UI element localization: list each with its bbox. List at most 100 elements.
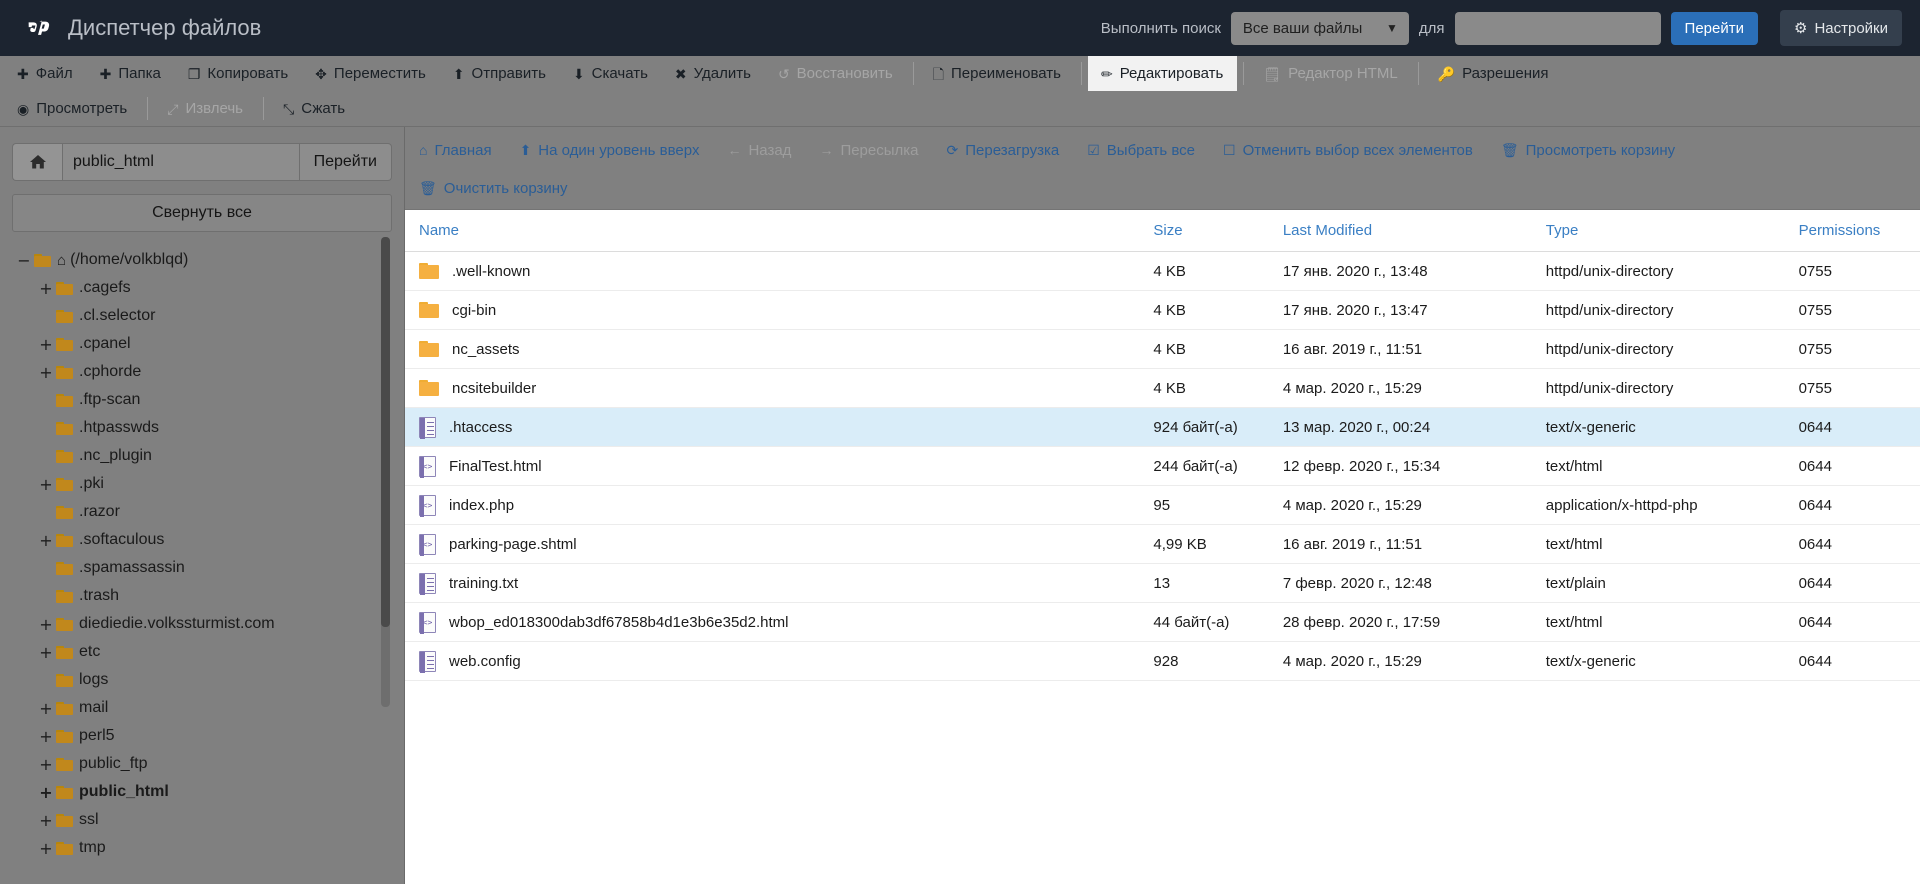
table-row[interactable]: ncsitebuilder 4 KB 4 мар. 2020 г., 15:29 ht… xyxy=(405,368,1920,408)
toolbar-button-разрешения[interactable]: 🔑 Разрешения xyxy=(1425,56,1563,91)
expand-icon[interactable]: + xyxy=(38,727,54,746)
sidebar-scrollbar-thumb[interactable] xyxy=(381,237,390,627)
tree-node-label: .pki xyxy=(79,475,104,492)
column-header-type[interactable]: Type xyxy=(1545,210,1799,252)
toolbar-button-копировать[interactable]: ❐ Копировать xyxy=(175,56,302,91)
expand-icon[interactable]: + xyxy=(38,279,54,298)
tree-node-.nc_plugin[interactable]: .nc_plugin xyxy=(16,442,404,470)
tree-node--home-volkblqd-[interactable]: − ⌂ (/home/volkblqd) xyxy=(16,246,404,274)
expand-icon[interactable]: + xyxy=(38,839,54,858)
expand-icon[interactable]: + xyxy=(38,699,54,718)
tree-node-etc[interactable]: + etc xyxy=(16,638,404,666)
tree-node-mail[interactable]: + mail xyxy=(16,694,404,722)
tree-node-.pki[interactable]: + .pki xyxy=(16,470,404,498)
name-cell-inner: training.txt xyxy=(419,572,1153,595)
table-row[interactable]: nc_assets 4 KB 16 авг. 2019 г., 11:51 httpd… xyxy=(405,329,1920,369)
expand-icon[interactable]: + xyxy=(38,811,54,830)
expand-icon[interactable]: + xyxy=(38,335,54,354)
toolbar-button-переместить[interactable]: ✥ Переместить xyxy=(302,56,440,91)
collapse-icon[interactable]: − xyxy=(16,251,32,270)
expand-icon[interactable]: + xyxy=(38,783,54,802)
tree-node-public_html[interactable]: + public_html xyxy=(16,778,404,806)
toolbar-button-файл[interactable]: ✚ Файл xyxy=(4,56,87,91)
tree-node-public_ftp[interactable]: + public_ftp xyxy=(16,750,404,778)
cell-name[interactable]: <> wbop_ed018300dab3df67858b4d1e3b6e35d2.… xyxy=(405,602,1154,642)
table-row[interactable]: web.config 928 4 мар. 2020 г., 15:29 text/x… xyxy=(405,641,1920,681)
cell-name[interactable]: cgi-bin xyxy=(405,290,1154,330)
table-row[interactable]: cgi-bin 4 KB 17 янв. 2020 г., 13:47 httpd/u… xyxy=(405,290,1920,330)
nav-button-просмотреть-корзину[interactable]: 🗑 Просмотреть корзину xyxy=(1487,142,1689,159)
tree-node-logs[interactable]: logs xyxy=(16,666,404,694)
column-header-size[interactable]: Size xyxy=(1153,210,1283,252)
expand-icon[interactable]: + xyxy=(38,531,54,550)
tree-node-.ftp-scan[interactable]: .ftp-scan xyxy=(16,386,404,414)
expand-icon[interactable]: + xyxy=(38,755,54,774)
cell-name[interactable]: .well-known xyxy=(405,251,1154,291)
nav-button-на-один-уровень-вверх[interactable]: ⬆ На один уровень вверх xyxy=(506,142,714,159)
toolbar-button-label: Разрешения xyxy=(1462,65,1549,82)
search-go-button[interactable]: Перейти xyxy=(1670,11,1758,45)
table-row[interactable]: <> FinalTest.html 244 байт(-а) 12 февр. 202… xyxy=(405,446,1920,486)
toolbar-button-просмотреть[interactable]: ◉ Просмотреть xyxy=(4,91,141,126)
toolbar-button-удалить[interactable]: ✖ Удалить xyxy=(662,56,765,91)
tree-node-perl5[interactable]: + perl5 xyxy=(16,722,404,750)
tree-node-.cl.selector[interactable]: .cl.selector xyxy=(16,302,404,330)
file-name-label: parking-page.shtml xyxy=(449,535,577,553)
table-row[interactable]: <> wbop_ed018300dab3df67858b4d1e3b6e35d2.… xyxy=(405,602,1920,642)
column-header-name[interactable]: Name xyxy=(405,210,1154,252)
cell-name[interactable]: nc_assets xyxy=(405,329,1154,369)
home-icon-button[interactable] xyxy=(12,143,62,181)
toolbar-button-редактировать[interactable]: ✏ Редактировать xyxy=(1087,56,1238,91)
cell-name[interactable]: <> parking-page.shtml xyxy=(405,524,1154,564)
table-row[interactable]: training.txt 13 7 февр. 2020 г., 12:48 text… xyxy=(405,563,1920,603)
cell-name[interactable]: .htaccess xyxy=(405,407,1154,447)
toolbar-button-переименовать[interactable]: 🗋 Переименовать xyxy=(920,56,1075,91)
cell-name[interactable]: ncsitebuilder xyxy=(405,368,1154,408)
nav-button-главная[interactable]: ⌂ Главная xyxy=(405,142,506,159)
name-cell-inner: cgi-bin xyxy=(419,302,1153,319)
toolbar-button-папка[interactable]: ✚ Папка xyxy=(87,56,175,91)
column-header-modified[interactable]: Last Modified xyxy=(1282,210,1546,252)
name-cell-inner: nc_assets xyxy=(419,341,1153,358)
collapse-all-button[interactable]: Свернуть все xyxy=(12,194,392,232)
cell-name[interactable]: <> FinalTest.html xyxy=(405,446,1154,486)
search-scope-select[interactable]: Все ваши файлы xyxy=(1230,11,1409,45)
sidebar-scrollbar[interactable] xyxy=(381,237,390,707)
tree-node-.trash[interactable]: .trash xyxy=(16,582,404,610)
tree-node-.cphorde[interactable]: + .cphorde xyxy=(16,358,404,386)
table-row[interactable]: <> parking-page.shtml 4,99 KB 16 авг. 2019 … xyxy=(405,524,1920,564)
cell-name[interactable]: web.config xyxy=(405,641,1154,681)
tree-node-.softaculous[interactable]: + .softaculous xyxy=(16,526,404,554)
table-row[interactable]: .htaccess 924 байт(-а) 13 мар. 2020 г., 00… xyxy=(405,407,1920,447)
path-go-button[interactable]: Перейти xyxy=(299,143,392,181)
nav-button-выбрать-все[interactable]: ☑ Выбрать все xyxy=(1073,142,1209,159)
tree-node-.razor[interactable]: .razor xyxy=(16,498,404,526)
search-input[interactable] xyxy=(1454,11,1661,45)
toolbar-button-скачать[interactable]: ⬇ Скачать xyxy=(560,56,662,91)
eye-icon: ◉ xyxy=(17,100,30,117)
expand-icon[interactable]: + xyxy=(38,643,54,662)
path-input[interactable] xyxy=(62,143,300,181)
toolbar-button-сжать[interactable]: ⤡ Сжать xyxy=(270,91,359,126)
tree-node-.cpanel[interactable]: + .cpanel xyxy=(16,330,404,358)
nav-button-отменить-выбор-всех-элементов[interactable]: ☐ Отменить выбор всех элементов xyxy=(1209,142,1487,159)
cell-name[interactable]: training.txt xyxy=(405,563,1154,603)
column-header-permissions[interactable]: Permissions xyxy=(1798,210,1920,252)
tree-node-tmp[interactable]: + tmp xyxy=(16,834,404,862)
expand-icon[interactable]: + xyxy=(38,615,54,634)
tree-node-ssl[interactable]: + ssl xyxy=(16,806,404,834)
tree-node-diediedie.volkssturmist.com[interactable]: + diediedie.volkssturmist.com xyxy=(16,610,404,638)
settings-button[interactable]: ⚙ Настройки xyxy=(1779,10,1902,46)
table-row[interactable]: .well-known 4 KB 17 янв. 2020 г., 13:48 htt… xyxy=(405,251,1920,291)
nav-button-очистить-корзину[interactable]: 🗑 Очистить корзину xyxy=(405,180,582,197)
expand-icon[interactable]: + xyxy=(38,363,54,382)
tree-node-.spamassassin[interactable]: .spamassassin xyxy=(16,554,404,582)
tree-node-.cagefs[interactable]: + .cagefs xyxy=(16,274,404,302)
file-name-label: FinalTest.html xyxy=(449,457,542,475)
nav-button-перезагрузка[interactable]: ⟳ Перезагрузка xyxy=(933,142,1074,159)
cell-name[interactable]: <> index.php xyxy=(405,485,1154,525)
table-row[interactable]: <> index.php 95 4 мар. 2020 г., 15:29 applic… xyxy=(405,485,1920,525)
toolbar-button-отправить[interactable]: ⬆ Отправить xyxy=(440,56,560,91)
tree-node-.htpasswds[interactable]: .htpasswds xyxy=(16,414,404,442)
expand-icon[interactable]: + xyxy=(38,475,54,494)
